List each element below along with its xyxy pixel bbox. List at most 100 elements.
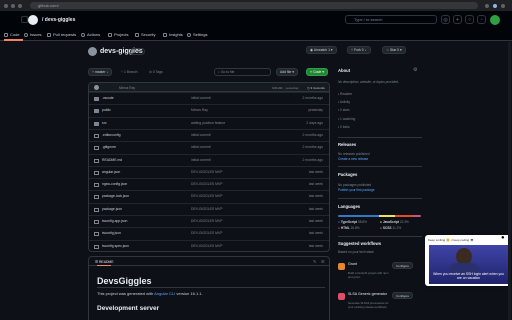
file-row[interactable]: public Mimos Ray yesterday (89, 104, 329, 115)
file-row[interactable]: .editorconfig initial commit 2 months ago (89, 128, 329, 141)
file-name[interactable]: tsconfig.json (102, 228, 121, 239)
notifications-icon[interactable]: ▫ (477, 15, 486, 24)
language-item[interactable]: ● JavaScript 22.3% (380, 220, 409, 224)
configure-button[interactable]: Configure (392, 292, 414, 299)
code-button[interactable]: ‹› Code ▾ (306, 68, 328, 76)
video-popup[interactable]: Keep smiling 😊 • Keep coding 💻 ● When yo… (425, 235, 511, 286)
reload-icon[interactable] (18, 3, 22, 8)
file-name[interactable]: .vscode (102, 93, 114, 104)
commit-message[interactable]: initial commit (191, 155, 211, 166)
commits-link[interactable]: ◷ 3 Commits (307, 86, 325, 90)
file-row[interactable]: tsconfig.spec.json DEV-GIGGLES MVP last we… (89, 239, 329, 252)
forward-icon[interactable] (11, 3, 15, 8)
file-row[interactable]: package.json DEV-GIGGLES MVP last week (89, 202, 329, 215)
add-file-button[interactable]: Add file ▾ (276, 68, 298, 76)
outline-icon[interactable]: ☰ (321, 259, 325, 264)
releases-title[interactable]: Releases (338, 142, 356, 147)
tab-security[interactable]: Security (135, 32, 155, 37)
file-row[interactable]: tsconfig.app.json DEV-GIGGLES MVP last wee… (89, 215, 329, 226)
create-new-icon[interactable]: + (453, 15, 462, 24)
about-item[interactable]: ▪ Readme (338, 92, 352, 96)
language-item[interactable]: ● SCSS 11.2% (380, 226, 401, 230)
back-icon[interactable] (4, 3, 8, 8)
file-name[interactable]: tsconfig.app.json (102, 216, 127, 227)
tags-link[interactable]: ⊘ 0 Tags (149, 70, 163, 74)
tab-settings[interactable]: Settings (187, 32, 207, 37)
branches-link[interactable]: ⑂ 1 Branch (121, 70, 138, 74)
language-item[interactable]: ● HTML 26.8% (338, 226, 360, 230)
breadcrumb-repo[interactable]: devs-giggles (45, 17, 76, 23)
file-name[interactable]: src (102, 118, 107, 129)
configure-button[interactable]: Configure (392, 262, 414, 269)
edit-readme-icon[interactable]: ✎ (313, 259, 316, 264)
copilot-icon[interactable]: ◎ (441, 15, 450, 24)
star-button[interactable]: ☆ Star 0 ▾ (382, 46, 406, 54)
commit-message[interactable]: DEV-GIGGLES MVP (191, 191, 222, 202)
page-scrollbar[interactable] (508, 42, 511, 320)
profile-icon[interactable] (493, 3, 497, 8)
address-bar[interactable]: github.com/ (30, 2, 478, 9)
about-item[interactable]: ▪ Activity (338, 100, 350, 104)
about-item[interactable]: ▪ 1 watching (338, 117, 355, 121)
file-row[interactable]: angular.json DEV-GIGGLES MVP last week (89, 165, 329, 178)
commit-message[interactable]: initial commit (191, 93, 211, 104)
file-row[interactable]: README.md initial commit 2 months ago (89, 153, 329, 166)
commit-message[interactable]: DEV-GIGGLES MVP (191, 167, 222, 178)
tab-insights[interactable]: Insights (163, 32, 183, 37)
file-name[interactable]: package.json (102, 204, 122, 215)
file-name[interactable]: tsconfig.spec.json (102, 241, 129, 252)
fork-button[interactable]: ⑂ Fork 0 ▾ (347, 46, 371, 54)
file-name[interactable]: ngsw-config.json (102, 179, 127, 190)
file-row[interactable]: .gitignore initial commit 2 months ago (89, 141, 329, 152)
commit-message[interactable]: initial commit (191, 142, 211, 153)
commit-message[interactable]: DEV-GIGGLES MVP (191, 216, 222, 227)
commit-message[interactable]: Mimos Ray (191, 105, 208, 116)
language-item[interactable]: ● TypeScript 58.8% (338, 220, 367, 224)
about-item[interactable]: ▪ 0 forks (338, 125, 350, 129)
avatar[interactable] (490, 15, 500, 25)
commit-message[interactable]: initial commit (191, 130, 211, 141)
goto-file-input[interactable]: ⌕ Go to file (214, 68, 271, 76)
hamburger-menu-icon[interactable] (21, 16, 28, 23)
commit-author[interactable]: Mimos Ray (119, 86, 135, 90)
tab-projects[interactable]: Projects (108, 32, 128, 37)
tab-actions[interactable]: Actions (81, 32, 100, 37)
commit-message[interactable]: adding position feature (191, 118, 225, 129)
video-thumbnail[interactable]: When you receive an SSH login alert when… (429, 245, 508, 284)
close-icon[interactable]: ● (501, 235, 505, 241)
commit-message[interactable]: DEV-GIGGLES MVP (191, 179, 222, 190)
readme-tab[interactable]: ☰ README (95, 260, 114, 264)
branch-select[interactable]: ⑂ master ▾ (88, 68, 113, 76)
issues-icon[interactable]: ○ (465, 15, 474, 24)
file-name[interactable]: public (102, 105, 111, 116)
file-row[interactable]: tsconfig.json DEV-GIGGLES MVP last week (89, 227, 329, 238)
file-name[interactable]: package-lock.json (102, 191, 129, 202)
about-settings-gear-icon[interactable]: ⚙ (413, 67, 417, 73)
file-name[interactable]: angular.json (102, 167, 120, 178)
tab-pull-requests[interactable]: Pull requests (47, 32, 76, 37)
create-release-link[interactable]: Create a new release (338, 157, 368, 161)
file-name[interactable]: .editorconfig (102, 130, 120, 141)
file-row[interactable]: .vscode initial commit 2 months ago (89, 92, 329, 103)
tab-code[interactable]: Code (4, 32, 20, 37)
file-name[interactable]: README.md (102, 155, 122, 166)
github-logo-icon[interactable] (28, 15, 38, 25)
commit-message[interactable]: DEV-GIGGLES MVP (191, 204, 222, 215)
file-name[interactable]: .gitignore (102, 142, 116, 153)
unwatch-button[interactable]: ◉ Unwatch 1 ▾ (306, 46, 337, 54)
packages-title[interactable]: Packages (338, 172, 357, 177)
breadcrumb[interactable]: / devs-giggles (42, 17, 75, 23)
commit-message[interactable]: DEV-GIGGLES MVP (191, 228, 222, 239)
search-input[interactable]: Type / to search (345, 15, 437, 24)
extensions-icon[interactable] (485, 3, 489, 8)
menu-icon[interactable] (501, 3, 505, 8)
publish-package-link[interactable]: Publish your first package (338, 188, 375, 192)
file-row[interactable]: src adding position feature 2 days ago (89, 116, 329, 129)
about-item[interactable]: ▪ 0 stars (338, 108, 350, 112)
file-row[interactable]: ngsw-config.json DEV-GIGGLES MVP last week (89, 178, 329, 189)
commit-message[interactable]: DEV-GIGGLES MVP (191, 241, 222, 252)
commit-hash-time[interactable]: f24bd3b · yesterday (272, 86, 299, 90)
angular-cli-link[interactable]: Angular CLI (154, 291, 175, 296)
tab-issues[interactable]: Issues (24, 32, 42, 37)
file-row[interactable]: package-lock.json DEV-GIGGLES MVP last wee… (89, 190, 329, 201)
